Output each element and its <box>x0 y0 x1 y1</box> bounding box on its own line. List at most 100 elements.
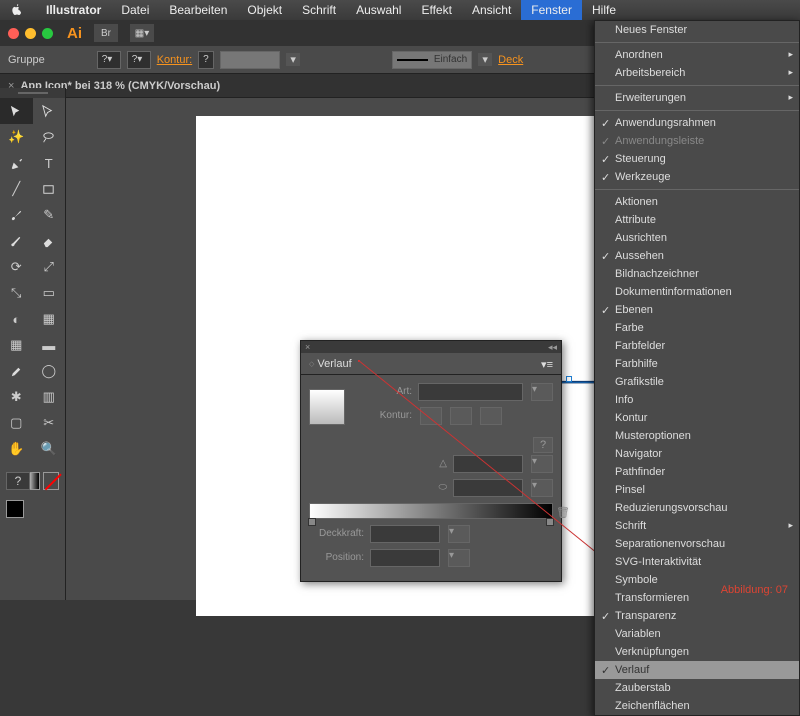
menu-bearbeiten[interactable]: Bearbeiten <box>159 0 237 20</box>
fill-select[interactable]: ?▾ <box>97 51 121 69</box>
gradient-stop[interactable] <box>308 518 316 526</box>
zoom-tool[interactable]: 🔍 <box>33 436 66 462</box>
menu-ansicht[interactable]: Ansicht <box>462 0 521 20</box>
menu-item-anwendungsrahmen[interactable]: ✓Anwendungsrahmen <box>595 114 799 132</box>
panel-grip[interactable] <box>0 88 65 98</box>
shape-builder-tool[interactable]: ◐ <box>0 306 33 332</box>
rotate-tool[interactable]: ⟳ <box>0 254 33 280</box>
blend-tool[interactable]: ◯ <box>33 358 66 384</box>
brush-arrow[interactable]: ▾ <box>478 53 492 66</box>
opacity-input[interactable] <box>370 525 440 543</box>
menu-item-grafikstile[interactable]: Grafikstile <box>595 373 799 391</box>
eyedropper-tool[interactable] <box>0 358 33 384</box>
aspect-input[interactable] <box>453 479 523 497</box>
menu-item-zauberstab[interactable]: Zauberstab <box>595 679 799 697</box>
menu-item-attribute[interactable]: Attribute <box>595 211 799 229</box>
gradient-preview[interactable] <box>309 389 345 425</box>
stroke-arrow[interactable]: ▾ <box>286 53 300 66</box>
menu-item-werkzeuge[interactable]: ✓Werkzeuge <box>595 168 799 186</box>
stroke-swatch[interactable] <box>220 51 280 69</box>
menu-item-pinsel[interactable]: Pinsel <box>595 481 799 499</box>
slice-tool[interactable]: ✂ <box>33 410 66 436</box>
gradient-tool[interactable]: ▬ <box>33 332 66 358</box>
artboard-tool[interactable]: ▢ <box>0 410 33 436</box>
magic-wand-tool[interactable]: ✨ <box>0 124 33 150</box>
opacity-arrow[interactable]: ▾ <box>448 525 470 543</box>
close-window[interactable] <box>8 28 19 39</box>
arrange-documents[interactable]: ▦▾ <box>130 24 154 42</box>
menu-item-arbeitsbereich[interactable]: Arbeitsbereich <box>595 64 799 82</box>
menu-item-anordnen[interactable]: Anordnen <box>595 46 799 64</box>
menu-schrift[interactable]: Schrift <box>292 0 346 20</box>
menu-item-steuerung[interactable]: ✓Steuerung <box>595 150 799 168</box>
stroke-weight[interactable]: ? <box>198 51 214 69</box>
stroke-grad-2[interactable] <box>450 407 472 425</box>
angle-input[interactable] <box>453 455 523 473</box>
bridge-button[interactable]: Br <box>94 24 118 42</box>
paintbrush-tool[interactable] <box>0 202 33 228</box>
mesh-tool[interactable]: ▦ <box>0 332 33 358</box>
zoom-window[interactable] <box>42 28 53 39</box>
minimize-window[interactable] <box>25 28 36 39</box>
gradient-ramp[interactable]: 🗑 <box>309 503 553 519</box>
angle-arrow[interactable]: ▾ <box>531 455 553 473</box>
pencil-tool[interactable]: ✎ <box>33 202 66 228</box>
menu-item-pathfinder[interactable]: Pathfinder <box>595 463 799 481</box>
menu-effekt[interactable]: Effekt <box>411 0 461 20</box>
menu-item-musteroptionen[interactable]: Musteroptionen <box>595 427 799 445</box>
menu-item-svg-interaktivit-t[interactable]: SVG-Interaktivität <box>595 553 799 571</box>
menu-datei[interactable]: Datei <box>111 0 159 20</box>
menu-item-bildnachzeichner[interactable]: Bildnachzeichner <box>595 265 799 283</box>
lasso-tool[interactable] <box>33 124 66 150</box>
hand-tool[interactable]: ✋ <box>0 436 33 462</box>
apple-menu[interactable] <box>0 0 36 20</box>
menu-item-variablen[interactable]: Variablen <box>595 625 799 643</box>
menu-item-neues-fenster[interactable]: Neues Fenster <box>595 21 799 39</box>
trash-icon[interactable]: 🗑 <box>556 506 570 519</box>
graph-tool[interactable]: ▥ <box>33 384 66 410</box>
close-panel-icon[interactable]: × <box>305 342 310 352</box>
menu-item-separationenvorschau[interactable]: Separationenvorschau <box>595 535 799 553</box>
menu-item-schrift[interactable]: Schrift <box>595 517 799 535</box>
line-tool[interactable]: ╱ <box>0 176 33 202</box>
kontur-label[interactable]: Kontur: <box>157 54 192 66</box>
reflect-tool[interactable]: ⤢ <box>33 254 66 280</box>
menu-item-transparenz[interactable]: ✓Transparenz <box>595 607 799 625</box>
menu-item-ebenen[interactable]: ✓Ebenen <box>595 301 799 319</box>
menu-item-farbe[interactable]: Farbe <box>595 319 799 337</box>
collapse-panel-icon[interactable]: ◂◂ <box>548 342 557 353</box>
width-tool[interactable]: ⤡ <box>0 280 33 306</box>
menu-item-verkn-pfungen[interactable]: Verknüpfungen <box>595 643 799 661</box>
panel-tab[interactable]: ◇Verlauf ▾≡ <box>301 355 561 375</box>
menu-item-kontur[interactable]: Kontur <box>595 409 799 427</box>
pen-tool[interactable] <box>0 150 33 176</box>
menu-item-aktionen[interactable]: Aktionen <box>595 193 799 211</box>
type-tool[interactable]: T <box>33 150 66 176</box>
panel-header[interactable]: × ◂◂ <box>301 341 561 353</box>
anchor-point[interactable] <box>566 376 572 382</box>
perspective-tool[interactable]: ▦ <box>33 306 66 332</box>
menu-item-ausrichten[interactable]: Ausrichten <box>595 229 799 247</box>
stroke-grad-1[interactable] <box>420 407 442 425</box>
menu-item-reduzierungsvorschau[interactable]: Reduzierungsvorschau <box>595 499 799 517</box>
deckkraft-label[interactable]: Deck <box>498 54 523 66</box>
menu-hilfe[interactable]: Hilfe <box>582 0 626 20</box>
blob-brush-tool[interactable] <box>0 228 33 254</box>
menu-item-info[interactable]: Info <box>595 391 799 409</box>
panel-menu-icon[interactable]: ▾≡ <box>541 358 553 371</box>
menu-item-farbhilfe[interactable]: Farbhilfe <box>595 355 799 373</box>
fill-stroke-unknown[interactable]: ? <box>6 472 30 490</box>
menu-objekt[interactable]: Objekt <box>237 0 292 20</box>
menu-item-zeichenfl-chen[interactable]: Zeichenflächen <box>595 697 799 715</box>
eraser-tool[interactable] <box>33 228 66 254</box>
stroke-grad-3[interactable] <box>480 407 502 425</box>
menu-illustrator[interactable]: Illustrator <box>36 0 111 20</box>
direct-selection-tool[interactable] <box>33 98 66 124</box>
stroke-color-select[interactable]: ?▾ <box>127 51 151 69</box>
menu-fenster[interactable]: Fenster <box>521 0 582 20</box>
menu-item-erweiterungen[interactable]: Erweiterungen <box>595 89 799 107</box>
menu-item-aussehen[interactable]: ✓Aussehen <box>595 247 799 265</box>
brush-definition[interactable]: Einfach <box>392 51 472 69</box>
symbol-sprayer-tool[interactable]: ✱ <box>0 384 33 410</box>
gradient-stop[interactable] <box>546 518 554 526</box>
